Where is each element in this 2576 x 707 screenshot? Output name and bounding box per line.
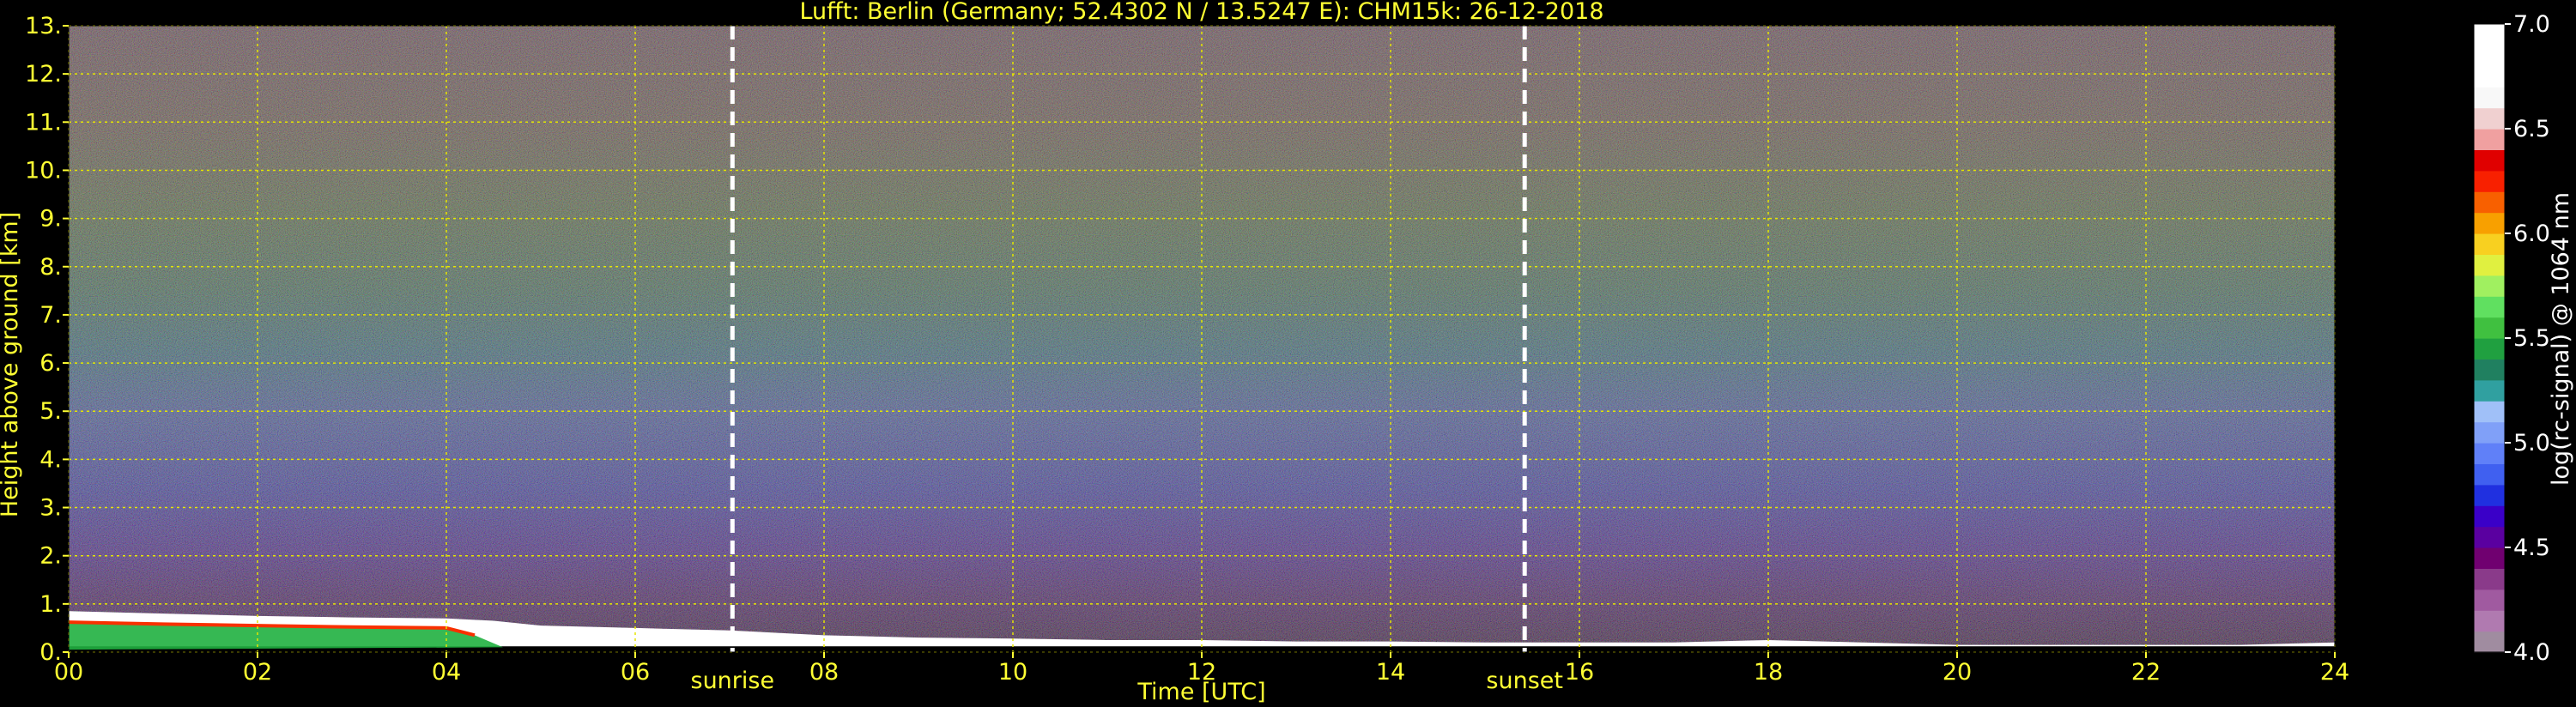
colorbar-segment xyxy=(2474,191,2505,214)
colorbar-segment xyxy=(2474,443,2505,464)
colorbar-segment xyxy=(2474,338,2505,360)
colorbar-segment xyxy=(2474,170,2505,192)
colorbar-segment xyxy=(2474,484,2505,506)
x-tick-label: 16 xyxy=(1565,659,1594,686)
y-tick-label: 13. xyxy=(25,13,62,39)
colorbar-tick-label: 4.5 xyxy=(2513,535,2550,561)
y-tick-label: 7. xyxy=(39,302,62,329)
colorbar-tick-label: 5.5 xyxy=(2513,325,2550,352)
colorbar-segment xyxy=(2474,463,2505,486)
colorbar-segment xyxy=(2474,505,2505,528)
x-tick-label: 24 xyxy=(2320,659,2349,686)
colorbar-segment xyxy=(2474,401,2505,423)
colorbar-tick-label: 6.5 xyxy=(2513,116,2550,142)
y-tick-label: 3. xyxy=(39,495,62,522)
colorbar-segment xyxy=(2474,254,2505,276)
x-tick-label: 06 xyxy=(621,659,650,686)
colorbar-tick-label: 4.0 xyxy=(2513,639,2550,666)
y-tick-label: 4. xyxy=(39,446,62,473)
colorbar-segment xyxy=(2474,379,2505,402)
colorbar-segment xyxy=(2474,129,2505,150)
y-tick-label: 12. xyxy=(25,61,62,88)
colorbar-label: log(rc-signal) @ 1064 nm xyxy=(2548,192,2574,486)
colorbar-tick-label: 5.0 xyxy=(2513,430,2550,456)
x-tick-label: 20 xyxy=(1943,659,1972,686)
colorbar-segment xyxy=(2474,547,2505,569)
colorbar-segment xyxy=(2474,275,2505,297)
y-tick-label: 5. xyxy=(39,398,62,425)
colorbar-segment xyxy=(2474,107,2505,130)
marker-label-sunset: sunset xyxy=(1486,668,1563,694)
chart-title: Lufft: Berlin (Germany; 52.4302 N / 13.5… xyxy=(799,0,1603,25)
colorbar-segment xyxy=(2474,526,2505,548)
colorbar-segment xyxy=(2474,359,2505,381)
colorbar-segment xyxy=(2474,45,2505,67)
plot-area xyxy=(68,25,2336,653)
colorbar-tick-label: 7.0 xyxy=(2513,11,2550,38)
x-tick-label: 22 xyxy=(2131,659,2161,686)
colorbar-segment xyxy=(2474,589,2505,611)
colorbar-segment xyxy=(2474,317,2505,339)
colorbar-segment xyxy=(2474,421,2505,444)
colorbar-segment xyxy=(2474,87,2505,109)
y-tick-label: 8. xyxy=(39,254,62,281)
y-axis-label: Height above ground [km] xyxy=(0,212,23,517)
y-tick-label: 9. xyxy=(39,206,62,233)
y-tick-label: 10. xyxy=(25,157,62,184)
ceilometer-figure: Lufft: Berlin (Germany; 52.4302 N / 13.5… xyxy=(0,0,2574,705)
y-axis: 0. 1. 2. 3. 4. 5. 6. 7. 8. 9. 10. 11. 12. 13. xyxy=(25,13,69,666)
colorbar-segment xyxy=(2474,24,2505,45)
colorbar-segment xyxy=(2474,233,2505,255)
colorbar-segment xyxy=(2474,296,2505,318)
x-tick-label: 04 xyxy=(432,659,461,686)
colorbar: 4.0 4.5 5.0 5.5 6.0 6.5 7.0 xyxy=(2473,11,2550,666)
y-tick-label: 11. xyxy=(25,109,62,136)
colorbar-segment xyxy=(2474,65,2505,88)
colorbar-segment xyxy=(2474,610,2505,632)
marker-label-sunrise: sunrise xyxy=(691,668,775,694)
y-tick-label: 2. xyxy=(39,543,62,570)
y-tick-label: 0. xyxy=(39,639,62,666)
colorbar-segment xyxy=(2474,568,2505,590)
x-tick-label: 08 xyxy=(809,659,839,686)
x-tick-label: 14 xyxy=(1376,659,1405,686)
y-tick-label: 6. xyxy=(39,350,62,377)
colorbar-tick-label: 6.0 xyxy=(2513,221,2550,247)
colorbar-segment xyxy=(2474,212,2505,234)
colorbar-segment xyxy=(2474,631,2505,653)
x-tick-label: 02 xyxy=(243,659,272,686)
x-tick-label: 10 xyxy=(998,659,1027,686)
x-tick-label: 18 xyxy=(1754,659,1783,686)
x-axis-label: Time [UTC] xyxy=(1136,679,1265,705)
y-tick-label: 1. xyxy=(39,591,62,618)
colorbar-segment xyxy=(2474,149,2505,172)
